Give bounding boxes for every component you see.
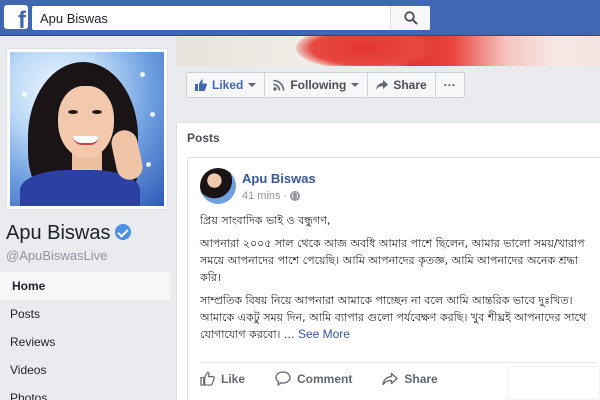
posts-section: Posts Apu Biswas 41 mins · প্রিয় সাংবাদ…	[176, 122, 600, 400]
following-label: Following	[290, 78, 347, 92]
chevron-down-icon	[351, 83, 360, 87]
search-input[interactable]	[32, 6, 392, 30]
post-paragraph: আপনারা ২০০৫ সাল থেকে আজ অবধি আমার পাশে ছ…	[200, 237, 585, 284]
share-post-label: Share	[404, 371, 438, 386]
share-post-button[interactable]: Share	[382, 371, 438, 386]
post-text: প্রিয় সাংবাদিক ভাই ও বন্ধুগণ, আপনারা ২০…	[200, 212, 596, 349]
page-handle[interactable]: @ApuBiswasLive	[6, 248, 107, 263]
verified-badge-icon	[114, 224, 131, 240]
comment-bubble-icon	[275, 371, 291, 386]
share-label: Share	[393, 78, 427, 92]
profile-picture[interactable]	[6, 48, 168, 210]
post-author-name[interactable]: Apu Biswas	[242, 171, 316, 186]
liked-button[interactable]: Liked	[187, 73, 266, 97]
see-more-link[interactable]: See More	[298, 327, 350, 341]
like-button[interactable]: Like	[200, 371, 245, 386]
posts-heading: Posts	[187, 131, 220, 145]
cover-photo[interactable]	[176, 36, 600, 66]
page-title[interactable]: Apu Biswas	[6, 222, 131, 245]
top-navigation-bar: f	[0, 0, 600, 36]
like-label: Like	[221, 371, 246, 386]
following-button[interactable]: Following	[265, 73, 369, 97]
post-paragraph: প্রিয় সাংবাদিক ভাই ও বন্ধুগণ,	[200, 214, 331, 227]
thumbs-up-icon	[200, 371, 215, 386]
rss-feed-icon	[273, 79, 285, 91]
search-icon	[404, 11, 418, 25]
post-author-avatar[interactable]	[200, 168, 236, 204]
chevron-down-icon	[248, 83, 257, 87]
more-options-icon: ···	[443, 78, 456, 92]
page-name-text: Apu Biswas	[6, 222, 111, 244]
globe-icon[interactable]	[290, 191, 301, 201]
share-arrow-icon	[382, 372, 399, 385]
share-page-button[interactable]: Share	[368, 73, 436, 97]
comment-label: Comment	[297, 371, 353, 386]
more-options-button[interactable]: ···	[436, 73, 464, 97]
meta-separator: ·	[283, 190, 288, 202]
nav-item-videos[interactable]: Videos	[0, 356, 170, 384]
page-navigation: Home Posts Reviews Videos Photos	[0, 272, 170, 400]
nav-item-photos[interactable]: Photos	[0, 384, 170, 400]
nav-item-reviews[interactable]: Reviews	[0, 328, 170, 356]
search-box	[32, 6, 430, 30]
search-button[interactable]	[390, 6, 430, 30]
post-timestamp[interactable]: 41 mins	[242, 190, 281, 202]
thumbs-up-icon	[195, 79, 207, 91]
post-ellipsis: ...	[280, 328, 298, 341]
post-card: Apu Biswas 41 mins · প্রিয় সাংবাদিক ভাই…	[187, 157, 600, 400]
nav-item-posts[interactable]: Posts	[0, 300, 170, 328]
post-paragraph-text: সাম্প্রতিক বিষয় নিয়ে আপনারা আমাকে পাচ্…	[200, 294, 587, 341]
facebook-logo-letter: f	[18, 7, 26, 30]
watermark	[508, 366, 600, 400]
post-meta: 41 mins ·	[242, 190, 301, 202]
post-paragraph: সাম্প্রতিক বিষয় নিয়ে আপনারা আমাকে পাচ্…	[200, 292, 596, 343]
liked-label: Liked	[212, 78, 244, 92]
comment-button[interactable]: Comment	[275, 371, 352, 386]
share-arrow-icon	[376, 80, 389, 90]
facebook-logo-icon[interactable]: f	[4, 5, 28, 29]
nav-item-home[interactable]: Home	[0, 272, 170, 300]
page-action-bar: Liked Following Share ···	[186, 72, 465, 98]
